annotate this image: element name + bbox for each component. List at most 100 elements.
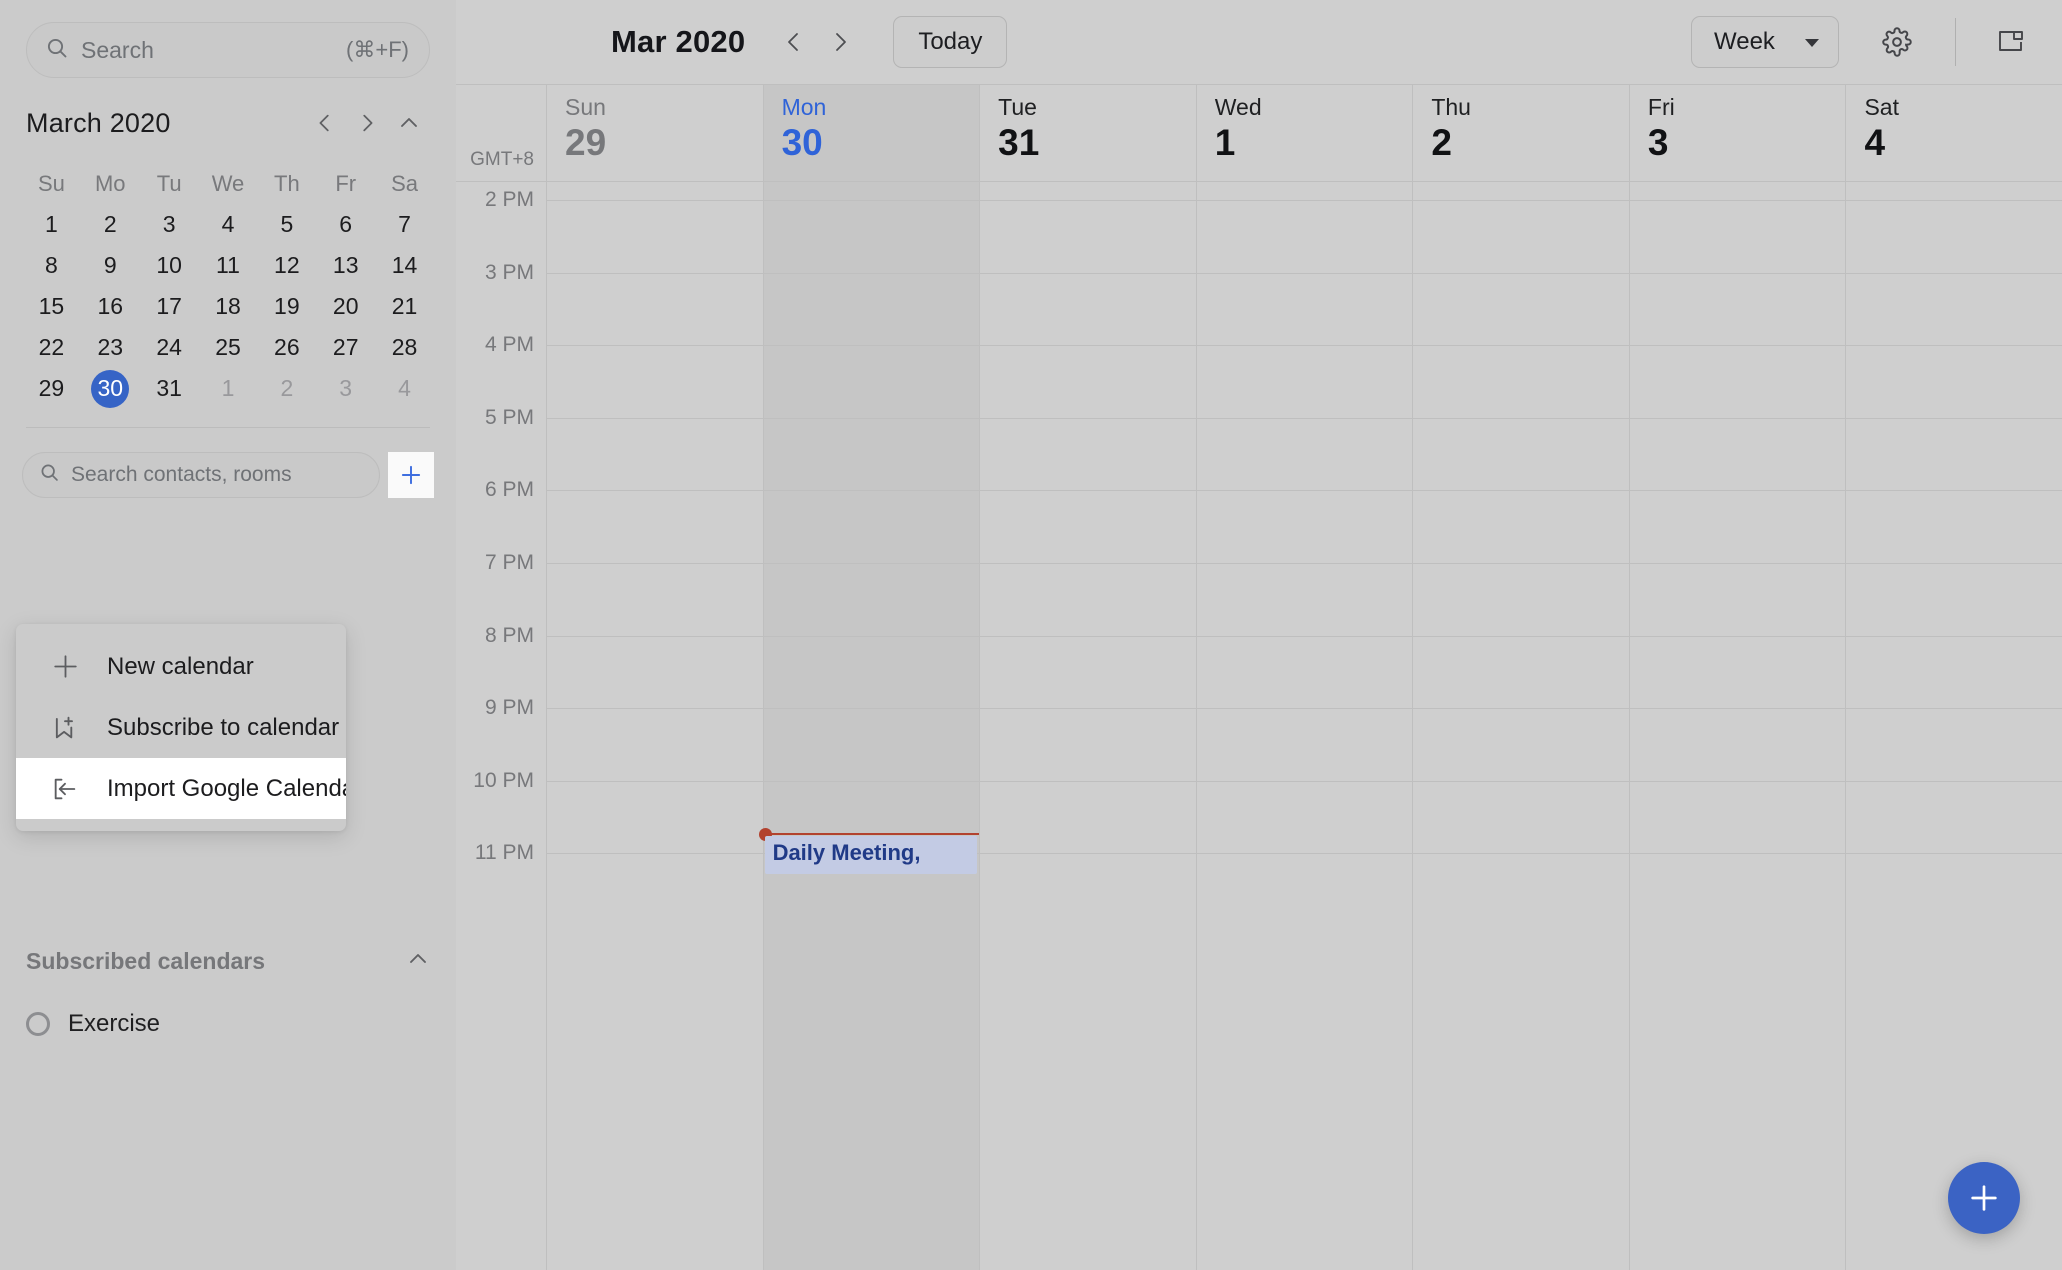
mini-collapse-button[interactable]	[388, 102, 430, 144]
mini-calendar-day[interactable]: 4	[199, 204, 258, 245]
mini-calendar-day-label: 29	[32, 370, 70, 408]
mini-dow: Mo	[81, 164, 140, 204]
mini-calendar-day[interactable]: 19	[257, 286, 316, 327]
mini-calendar-day[interactable]: 17	[140, 286, 199, 327]
mini-calendar-day[interactable]: 24	[140, 327, 199, 368]
mini-calendar-day[interactable]: 1	[199, 368, 258, 409]
day-column-sat[interactable]	[1845, 182, 2062, 1270]
day-number-label: 31	[998, 122, 1196, 165]
mini-calendar-day[interactable]: 27	[316, 327, 375, 368]
menu-item-label: Import Google Calendar	[107, 775, 346, 803]
mini-calendar-day[interactable]: 15	[22, 286, 81, 327]
mini-calendar-day[interactable]: 11	[199, 245, 258, 286]
mini-calendar-day[interactable]: 21	[375, 286, 434, 327]
subscribed-calendar-item[interactable]: Exercise	[26, 996, 430, 1052]
menu-item-import-google-calendar[interactable]: Import Google Calendar	[16, 758, 346, 819]
mini-calendar-day-label: 2	[91, 206, 129, 244]
mini-calendar-day[interactable]: 30	[81, 368, 140, 409]
prev-week-button[interactable]	[771, 19, 817, 65]
view-select[interactable]: Week	[1691, 16, 1839, 68]
mini-calendar-day-label: 3	[150, 206, 188, 244]
mini-calendar-day[interactable]: 5	[257, 204, 316, 245]
mini-calendar-day[interactable]: 7	[375, 204, 434, 245]
mini-calendar-title: March 2020	[26, 108, 304, 139]
mini-dow: Su	[22, 164, 81, 204]
mini-calendar-day-label: 8	[32, 247, 70, 285]
day-number-label: 1	[1215, 122, 1413, 165]
day-name-label: Wed	[1215, 93, 1413, 122]
mini-calendar-day[interactable]: 23	[81, 327, 140, 368]
toolbar-divider	[1955, 18, 1956, 66]
mini-calendar-day-label: 15	[32, 288, 70, 326]
mini-calendar-day-label: 16	[91, 288, 129, 326]
mini-calendar-day[interactable]: 1	[22, 204, 81, 245]
next-week-button[interactable]	[817, 19, 863, 65]
mini-calendar-day-label: 21	[386, 288, 424, 326]
mini-calendar-day[interactable]: 4	[375, 368, 434, 409]
menu-item-new-calendar[interactable]: New calendar	[16, 636, 346, 697]
menu-item-subscribe-to-calendar[interactable]: Subscribe to calendar	[16, 697, 346, 758]
mini-calendar-day[interactable]: 3	[316, 368, 375, 409]
mini-calendar-day[interactable]: 3	[140, 204, 199, 245]
day-column-tue[interactable]	[979, 182, 1196, 1270]
mini-calendar-day[interactable]: 8	[22, 245, 81, 286]
mini-calendar-day-label: 17	[150, 288, 188, 326]
bookmark-plus-icon	[50, 714, 80, 742]
day-header-tue[interactable]: Tue31	[979, 85, 1196, 181]
add-calendar-button[interactable]	[388, 452, 434, 498]
settings-button[interactable]	[1869, 14, 1925, 70]
mini-calendar-day[interactable]: 16	[81, 286, 140, 327]
day-header-sat[interactable]: Sat4	[1845, 85, 2062, 181]
subscribed-calendars-header[interactable]: Subscribed calendars	[26, 940, 430, 982]
mini-calendar-day[interactable]: 2	[257, 368, 316, 409]
search-input[interactable]: Search (⌘+F)	[26, 22, 430, 78]
mini-calendar-day[interactable]: 18	[199, 286, 258, 327]
day-header-mon[interactable]: Mon30	[763, 85, 980, 181]
mini-calendar-day[interactable]: 29	[22, 368, 81, 409]
hour-label: 3 PM	[456, 261, 534, 285]
mini-calendar-day[interactable]: 9	[81, 245, 140, 286]
split-panel-button[interactable]	[1986, 17, 2036, 67]
day-column-sun[interactable]	[546, 182, 763, 1270]
mini-calendar-day[interactable]: 25	[199, 327, 258, 368]
mini-calendar-day[interactable]: 28	[375, 327, 434, 368]
mini-calendar-day-label: 25	[209, 329, 247, 367]
day-header-thu[interactable]: Thu2	[1412, 85, 1629, 181]
mini-calendar-day[interactable]: 31	[140, 368, 199, 409]
mini-calendar-day[interactable]: 22	[22, 327, 81, 368]
day-column-wed[interactable]	[1196, 182, 1413, 1270]
chevron-up-icon[interactable]	[406, 947, 430, 976]
day-header-fri[interactable]: Fri3	[1629, 85, 1846, 181]
today-button[interactable]: Today	[893, 16, 1007, 68]
mini-calendar-day-label: 20	[327, 288, 365, 326]
day-name-label: Mon	[782, 93, 980, 122]
day-name-label: Thu	[1431, 93, 1629, 122]
mini-calendar-day[interactable]: 10	[140, 245, 199, 286]
mini-calendar-day[interactable]: 20	[316, 286, 375, 327]
contacts-search-input[interactable]: Search contacts, rooms	[22, 452, 380, 498]
mini-calendar-day[interactable]: 13	[316, 245, 375, 286]
day-column-thu[interactable]	[1412, 182, 1629, 1270]
mini-calendar-day-label: 1	[32, 206, 70, 244]
day-header-sun[interactable]: Sun29	[546, 85, 763, 181]
hour-label: 4 PM	[456, 333, 534, 357]
mini-calendar-day[interactable]: 6	[316, 204, 375, 245]
mini-calendar-day[interactable]: 2	[81, 204, 140, 245]
mini-prev-month-button[interactable]	[304, 102, 346, 144]
day-column-mon[interactable]	[763, 182, 980, 1270]
create-event-button[interactable]	[1948, 1162, 2020, 1234]
day-column-fri[interactable]	[1629, 182, 1846, 1270]
circle-icon[interactable]	[26, 1012, 50, 1036]
mini-calendar-day[interactable]: 12	[257, 245, 316, 286]
mini-next-month-button[interactable]	[346, 102, 388, 144]
day-header-wed[interactable]: Wed1	[1196, 85, 1413, 181]
calendar-event[interactable]: Daily Meeting,	[765, 836, 978, 874]
day-number-label: 30	[782, 122, 980, 165]
mini-calendar-day[interactable]: 26	[257, 327, 316, 368]
mini-calendar-day[interactable]: 14	[375, 245, 434, 286]
today-button-label: Today	[918, 28, 982, 56]
day-name-label: Sun	[565, 93, 763, 122]
day-header-row: GMT+8 Sun29Mon30Tue31Wed1Thu2Fri3Sat4	[456, 84, 2062, 182]
timezone-gutter: GMT+8	[456, 85, 546, 181]
day-name-label: Fri	[1648, 93, 1846, 122]
